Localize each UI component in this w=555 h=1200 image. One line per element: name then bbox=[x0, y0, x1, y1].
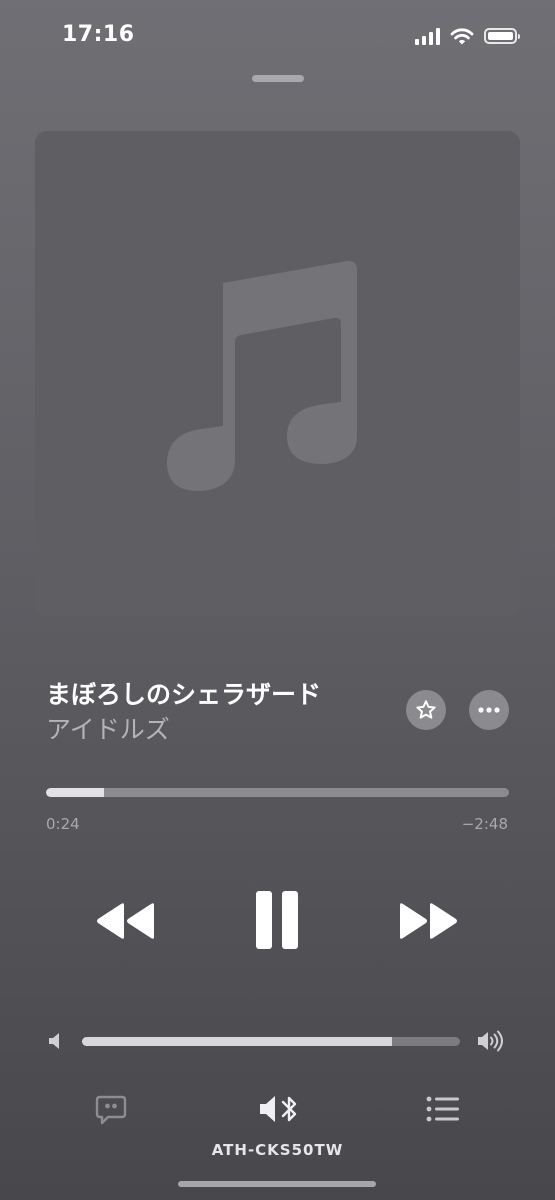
pause-button[interactable] bbox=[252, 889, 302, 951]
pause-icon bbox=[256, 891, 298, 949]
signal-icon bbox=[415, 27, 440, 45]
speaker-bluetooth-icon bbox=[259, 1096, 296, 1122]
progress-slider[interactable] bbox=[46, 788, 509, 797]
lyrics-bubble-icon bbox=[95, 1095, 127, 1125]
battery-icon bbox=[484, 28, 520, 44]
fast-forward-icon bbox=[400, 903, 457, 939]
wifi-icon bbox=[450, 28, 474, 45]
status-bar: 17:16 bbox=[0, 0, 555, 70]
audio-output-button[interactable] bbox=[256, 1090, 301, 1128]
lyrics-button[interactable] bbox=[92, 1092, 130, 1128]
volume-fill bbox=[82, 1037, 392, 1046]
time-elapsed: 0:24 bbox=[46, 815, 80, 833]
more-button[interactable] bbox=[469, 690, 509, 730]
volume-high-icon bbox=[478, 1030, 503, 1052]
song-artist[interactable]: アイドルズ bbox=[46, 710, 170, 746]
favorite-button[interactable] bbox=[406, 690, 446, 730]
music-note-icon bbox=[167, 260, 357, 492]
progress-fill bbox=[46, 788, 104, 797]
ellipsis-icon bbox=[478, 707, 500, 713]
status-icons bbox=[415, 27, 520, 45]
volume-low-icon bbox=[49, 1033, 59, 1049]
output-device-name: ATH-CKS50TW bbox=[211, 1141, 344, 1159]
volume-slider[interactable] bbox=[82, 1037, 460, 1046]
rewind-button[interactable] bbox=[94, 898, 156, 944]
home-indicator[interactable] bbox=[178, 1181, 376, 1187]
song-title: まぼろしのシェラザード bbox=[46, 680, 322, 709]
queue-button[interactable] bbox=[425, 1094, 461, 1124]
fast-forward-button[interactable] bbox=[398, 898, 460, 944]
star-icon bbox=[416, 700, 436, 719]
rewind-icon bbox=[97, 903, 154, 939]
album-artwork bbox=[35, 131, 520, 616]
sheet-grabber[interactable] bbox=[252, 75, 304, 82]
status-time: 17:16 bbox=[62, 22, 135, 47]
time-remaining: −2:48 bbox=[461, 815, 508, 833]
list-icon bbox=[426, 1096, 459, 1122]
